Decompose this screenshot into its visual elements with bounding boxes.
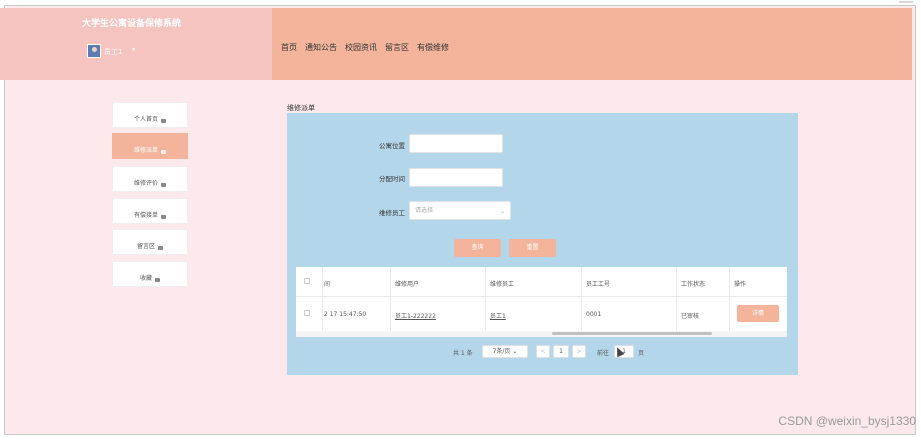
nav-item-paid-repair[interactable]: 有偿维修	[417, 42, 449, 53]
nav-item-campus-news[interactable]: 校园资讯	[345, 42, 377, 53]
data-table: 间 维修用户 维修员工 员工工号 工作状态 操作 2 17 15:47:50 员…	[296, 267, 787, 337]
cell-user: 员工1-222222	[395, 313, 436, 320]
column-header-action: 操作	[734, 281, 747, 288]
sidebar-item-label: 维修评价	[133, 180, 158, 187]
table-col-divider	[676, 267, 677, 331]
sidebar-item-label: 有偿接单	[133, 212, 158, 219]
chevron-down-icon: ⌄	[499, 208, 505, 215]
window-corner-mark	[899, 1, 913, 3]
cell-time: 2 17 15:47:50	[324, 311, 367, 318]
menu-icon	[155, 278, 160, 282]
menu-icon	[161, 215, 166, 219]
site-title: 大学生公寓设备保修系统	[82, 19, 182, 29]
nav-item-home[interactable]: 首页	[281, 42, 297, 53]
staff-label: 维修员工	[379, 209, 405, 217]
prev-page-button[interactable]: <	[536, 345, 550, 358]
goto-label: 前往	[597, 350, 610, 357]
next-page-button[interactable]: >	[572, 345, 586, 358]
cell-status: 已审核	[681, 313, 700, 320]
time-input[interactable]	[409, 168, 503, 187]
staff-select[interactable]: 请选择 ⌄	[409, 201, 511, 220]
location-input[interactable]	[409, 134, 503, 153]
scrollbar-thumb[interactable]	[552, 332, 712, 335]
chevron-down-icon[interactable]: ▾	[132, 46, 135, 53]
column-header-status: 工作状态	[681, 281, 706, 288]
nav-item-notices[interactable]: 通知公告	[305, 42, 337, 53]
table-col-divider	[322, 267, 323, 331]
sidebar-item-label: 收藏	[139, 275, 152, 282]
menu-icon	[161, 150, 166, 154]
sidebar-item-personal-home[interactable]: 个人首页	[112, 102, 188, 128]
column-header-user: 维修用户	[395, 281, 420, 288]
page-title: 维修派单	[287, 104, 315, 112]
menu-icon	[158, 246, 163, 250]
staff-select-placeholder: 请选择	[415, 207, 434, 214]
column-header-time: 间	[324, 281, 331, 288]
table-col-divider	[485, 267, 486, 331]
pagination: 共 1 条 7条/页 ⌄ < 1 > 前往 1 页	[287, 344, 798, 360]
chevron-down-icon: ⌄	[512, 348, 518, 355]
detail-button[interactable]: 详情	[737, 305, 779, 322]
nav-item-message-board[interactable]: 留言区	[385, 42, 409, 53]
row-checkbox[interactable]	[304, 310, 310, 316]
watermark: CSDN @weixin_bysj1330	[778, 414, 916, 428]
table-header-divider	[296, 296, 787, 297]
table-horizontal-scrollbar[interactable]	[296, 331, 787, 337]
table-col-divider	[390, 267, 391, 331]
reset-button[interactable]: 重置	[509, 239, 556, 257]
sidebar-item-paid-orders[interactable]: 有偿接单	[112, 198, 188, 224]
user-name[interactable]: 员工1	[104, 47, 122, 57]
page-size-select[interactable]: 7条/页 ⌄	[482, 345, 528, 358]
top-nav: 首页 通知公告 校园资讯 留言区 有偿维修	[281, 42, 449, 53]
time-label: 分配时间	[379, 175, 405, 183]
cell-staff: 员工1	[490, 313, 506, 320]
location-label: 公寓位置	[379, 142, 405, 150]
page-suffix: 页	[638, 350, 645, 357]
user-avatar-icon[interactable]	[87, 44, 101, 58]
sidebar-item-label: 个人首页	[133, 116, 158, 123]
search-button[interactable]: 查询	[454, 239, 501, 257]
column-header-staff: 维修员工	[490, 281, 515, 288]
menu-icon	[161, 119, 166, 123]
sidebar-item-repair-review[interactable]: 维修评价	[112, 166, 188, 192]
sidebar-item-message-board[interactable]: 留言区	[112, 229, 188, 255]
sidebar-item-repair-dispatch[interactable]: 维修派单	[112, 133, 188, 159]
sidebar-item-label: 留言区	[136, 243, 155, 250]
table-col-divider	[729, 267, 730, 331]
sidebar-item-label: 维修派单	[133, 147, 158, 154]
table-col-divider	[581, 267, 582, 331]
page-size-value: 7条/页	[492, 348, 511, 355]
menu-icon	[161, 183, 166, 187]
sidebar-item-favorites[interactable]: 收藏	[112, 261, 188, 287]
column-header-staff-no: 员工工号	[586, 281, 611, 288]
select-all-checkbox[interactable]	[304, 278, 310, 284]
main-panel: 公寓位置 分配时间 维修员工 请选择 ⌄ 查询 重置 间 维修用户 维修员工 员…	[287, 113, 798, 375]
pagination-total: 共 1 条	[453, 350, 473, 357]
cell-staff-no: 0001	[586, 311, 602, 318]
page-number-1[interactable]: 1	[553, 345, 569, 358]
